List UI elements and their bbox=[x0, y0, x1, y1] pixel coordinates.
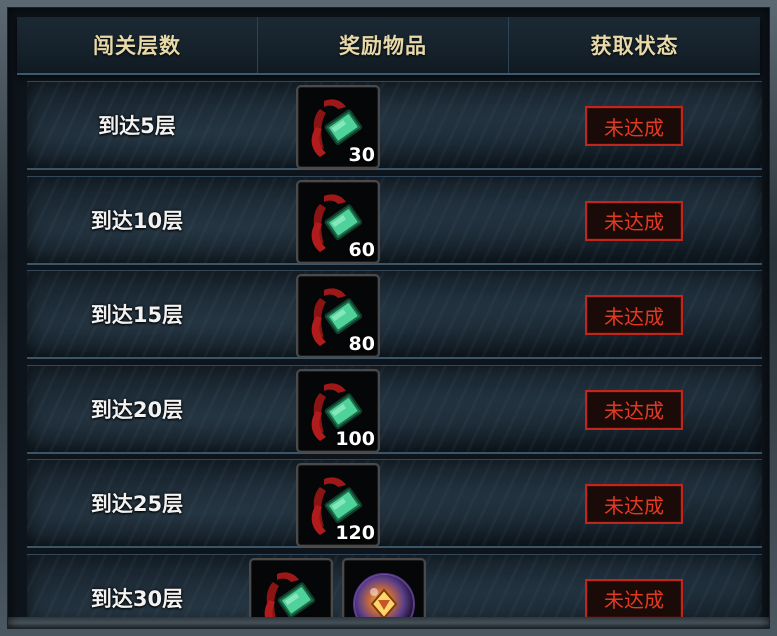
stage-label: 到达15层 bbox=[90, 303, 184, 327]
table-header: 闯关层数 奖励物品 获取状态 bbox=[17, 17, 760, 75]
reward-item-slot[interactable]: 100 bbox=[296, 368, 380, 453]
reward-panel: 闯关层数 奖励物品 获取状态 到达5层 30 未达成 到达10层 60 未达成 … bbox=[0, 0, 777, 636]
stage-label: 到达10层 bbox=[90, 208, 184, 233]
reward-items: 60 bbox=[296, 179, 380, 264]
reward-item-slot[interactable]: 60 bbox=[296, 179, 380, 264]
item-quantity: 120 bbox=[335, 522, 375, 544]
status-badge[interactable]: 未达成 bbox=[585, 484, 683, 524]
status-badge[interactable]: 未达成 bbox=[585, 578, 683, 619]
item-quantity: 80 bbox=[348, 333, 375, 355]
reward-item-slot[interactable]: 120 bbox=[296, 463, 380, 547]
reward-items: 80 bbox=[296, 274, 380, 358]
table-row: 到达10层 60 未达成 bbox=[27, 175, 762, 265]
table-row: 到达25层 120 未达成 bbox=[27, 459, 762, 548]
status-badge[interactable]: 未达成 bbox=[585, 106, 683, 146]
header-stage: 闯关层数 bbox=[93, 34, 181, 58]
header-status: 获取状态 bbox=[590, 34, 679, 58]
item-quantity: 30 bbox=[348, 144, 375, 166]
reward-item-slot[interactable]: 30 bbox=[296, 85, 380, 169]
table-row: 到达20层 100 未达成 bbox=[27, 364, 762, 454]
stage-label: 到达25层 bbox=[90, 492, 184, 516]
table-row: 到达15层 80 未达成 bbox=[27, 270, 762, 359]
reward-item-slot[interactable]: 80 bbox=[296, 274, 380, 358]
header-reward: 奖励物品 bbox=[257, 17, 509, 73]
reward-items: 100 bbox=[296, 368, 380, 453]
stage-label: 到达5层 bbox=[98, 114, 176, 138]
reward-items: 120 bbox=[296, 463, 380, 547]
reward-items: 30 bbox=[296, 85, 380, 169]
stage-label: 到达20层 bbox=[90, 397, 184, 422]
item-quantity: 60 bbox=[348, 238, 375, 261]
panel-bottom-border bbox=[7, 617, 770, 629]
status-badge[interactable]: 未达成 bbox=[585, 389, 683, 430]
reward-rows: 到达5层 30 未达成 到达10层 60 未达成 到达15层 80 未达成 到达… bbox=[27, 81, 762, 629]
item-quantity: 100 bbox=[335, 427, 375, 450]
table-row: 到达5层 30 未达成 bbox=[27, 81, 762, 170]
status-badge[interactable]: 未达成 bbox=[585, 200, 683, 241]
status-badge[interactable]: 未达成 bbox=[585, 295, 683, 335]
